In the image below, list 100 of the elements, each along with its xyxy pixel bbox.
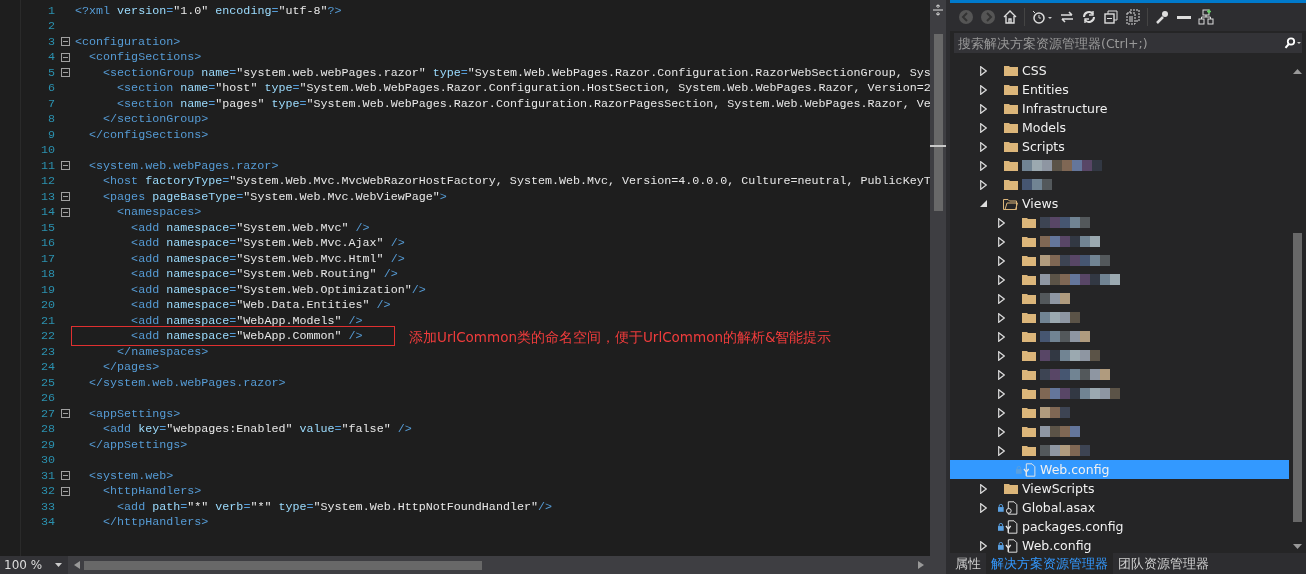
- code-line: <add namespace="System.Web.Optimization"/>: [130, 282, 426, 297]
- line-number: 29: [39, 437, 55, 452]
- tree-item-label: packages.config: [1022, 519, 1124, 534]
- code-line: <sectionGroup name="system.web.webPages.razor" type="System.Web.WebPages.Razor.Configuration.RazorWebSectionGroup, Sys: [102, 65, 930, 80]
- tree-item-label: Entities: [1022, 82, 1069, 97]
- tree-item[interactable]: Infrastructure: [950, 99, 1289, 118]
- expand-arrow-icon[interactable]: [980, 483, 987, 494]
- collapse-icon[interactable]: [60, 161, 70, 171]
- expand-arrow-icon[interactable]: [998, 293, 1005, 304]
- collapse-icon[interactable]: [60, 471, 70, 481]
- tree-item[interactable]: Views: [950, 194, 1289, 213]
- expand-arrow-icon[interactable]: [980, 179, 987, 190]
- code-line: </sectionGroup>: [102, 112, 209, 127]
- collapse-icon[interactable]: [60, 409, 70, 419]
- scroll-up-icon[interactable]: [1293, 69, 1302, 74]
- expand-arrow-icon[interactable]: [980, 540, 987, 551]
- expand-arrow-icon[interactable]: [998, 236, 1005, 247]
- scroll-left-icon[interactable]: [74, 561, 80, 569]
- code-line: <add path="*" verb="*" type="System.Web.HttpNotFoundHandler"/>: [116, 499, 552, 514]
- code-line: <section name="pages" type="System.Web.WebPages.Razor.Configuration.RazorPagesSection, System.Web.WebPages.Razor, Ve: [116, 96, 930, 111]
- tree-item[interactable]: Global.asax: [950, 498, 1289, 517]
- collapse-icon[interactable]: [60, 37, 70, 47]
- expand-arrow-icon[interactable]: [998, 217, 1005, 228]
- blurred-label-drawing: [1040, 407, 1070, 418]
- collapse-icon[interactable]: [60, 52, 70, 62]
- expand-arrow-icon[interactable]: [998, 255, 1005, 266]
- folder-icon: [1022, 312, 1036, 323]
- collapse-icon[interactable]: [60, 68, 70, 78]
- scroll-thumb[interactable]: [933, 34, 943, 211]
- expand-arrow-icon[interactable]: [980, 65, 987, 76]
- panel-tab[interactable]: 属性: [950, 553, 986, 574]
- line-number: 22: [39, 329, 55, 344]
- clock-icon[interactable]: [1031, 9, 1053, 25]
- tree-item[interactable]: Web.config: [950, 536, 1289, 553]
- scroll-down-icon[interactable]: [1293, 544, 1302, 549]
- expand-arrow-icon[interactable]: [998, 388, 1005, 399]
- tree-item[interactable]: CSS: [950, 61, 1289, 80]
- panel-tab[interactable]: 团队资源管理器: [1113, 553, 1214, 574]
- code-line: <add namespace="System.Web.Mvc.Ajax" />: [130, 236, 405, 251]
- annotation-text: 添加UrlCommon类的命名空间，便于UrlCommon的解析&智能提示: [409, 328, 832, 345]
- line-number: 19: [39, 282, 55, 297]
- split-icon[interactable]: [932, 4, 944, 16]
- tree-item[interactable]: Entities: [950, 80, 1289, 99]
- tree-item[interactable]: packages.config: [950, 517, 1289, 536]
- zoom-dropdown[interactable]: 100 %: [0, 556, 68, 574]
- line-number: 21: [39, 313, 55, 328]
- search-field[interactable]: 搜索解决方案资源管理器(Ctrl+;): [954, 33, 1302, 53]
- expand-arrow-icon[interactable]: [998, 350, 1005, 361]
- refresh-icon[interactable]: [1081, 9, 1097, 25]
- line-number: 27: [39, 406, 55, 421]
- expand-arrow-icon[interactable]: [980, 160, 987, 171]
- line-number: 8: [47, 112, 55, 127]
- class-diagram-icon[interactable]: [1198, 9, 1214, 25]
- code-line: <add namespace="System.Web.Routing" />: [130, 267, 398, 282]
- scroll-thumb[interactable]: [1293, 233, 1302, 522]
- tree-item[interactable]: Models: [950, 118, 1289, 137]
- scroll-right-icon[interactable]: [918, 561, 924, 569]
- sync-icon[interactable]: [1059, 9, 1075, 25]
- expand-arrow-icon[interactable]: [980, 103, 987, 114]
- expand-arrow-icon[interactable]: [998, 426, 1005, 437]
- expand-arrow-icon[interactable]: [980, 141, 987, 152]
- line-number: 7: [47, 96, 55, 111]
- expand-arrow-icon[interactable]: [980, 122, 987, 133]
- tree-item-label: Views: [1022, 196, 1059, 211]
- tree-item-label: Infrastructure: [1022, 101, 1108, 116]
- collapse-icon[interactable]: [60, 486, 70, 496]
- wrench-icon[interactable]: [1154, 9, 1170, 25]
- code-line: </system.web.webPages.razor>: [88, 375, 286, 390]
- folder-icon: [1022, 369, 1036, 380]
- collapse-arrow-icon[interactable]: [980, 200, 987, 207]
- expand-arrow-icon[interactable]: [998, 312, 1005, 323]
- line-number: 14: [39, 205, 55, 220]
- expand-arrow-icon[interactable]: [998, 369, 1005, 380]
- expand-arrow-icon[interactable]: [998, 445, 1005, 456]
- code-line: <add namespace="WebApp.Common" />: [130, 329, 363, 344]
- collapse-icon[interactable]: [60, 207, 70, 217]
- line-number: 30: [39, 453, 55, 468]
- blurred-label-drawing: [1040, 236, 1100, 247]
- expand-arrow-icon[interactable]: [980, 502, 987, 513]
- caret-icon: [55, 563, 62, 567]
- expand-arrow-icon[interactable]: [998, 274, 1005, 285]
- line-number: 12: [39, 174, 55, 189]
- folder-icon: [1004, 65, 1018, 76]
- vertical-scrollbar[interactable]: [930, 0, 946, 556]
- collapse-icon[interactable]: [60, 192, 70, 202]
- search-icon[interactable]: [1284, 37, 1302, 49]
- panel-tab[interactable]: 解决方案资源管理器: [986, 553, 1113, 574]
- tree-item[interactable]: Scripts: [950, 137, 1289, 156]
- collapse-all-icon[interactable]: [1103, 9, 1119, 25]
- expand-arrow-icon[interactable]: [980, 84, 987, 95]
- blurred-label-drawing: [1040, 255, 1110, 266]
- code-line: </pages>: [102, 360, 160, 375]
- scroll-thumb[interactable]: [84, 560, 483, 570]
- expand-arrow-icon[interactable]: [998, 331, 1005, 342]
- expand-arrow-icon[interactable]: [998, 407, 1005, 418]
- tree-item[interactable]: ViewScripts: [950, 479, 1289, 498]
- line-number: 1: [47, 3, 55, 18]
- folder-icon: [1004, 141, 1018, 152]
- home-icon[interactable]: [1002, 9, 1018, 25]
- gear-file-icon: [1004, 500, 1018, 515]
